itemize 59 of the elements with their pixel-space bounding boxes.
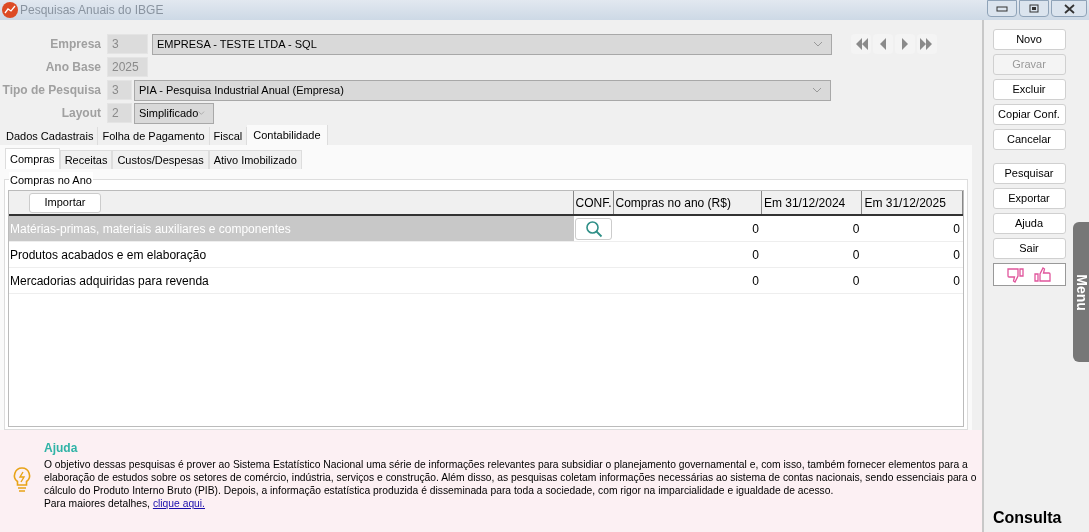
action-button[interactable]: Exportar	[992, 188, 1066, 209]
thumbs-down-icon[interactable]	[1007, 266, 1025, 283]
field-label: Empresa	[49, 36, 102, 53]
window-title: Pesquisas Anuais do IBGE	[20, 2, 164, 19]
last-record-button[interactable]	[917, 34, 937, 54]
table-cell[interactable]: Produtos acabados e em elaboração	[9, 242, 574, 267]
action-button[interactable]: Cancelar	[992, 129, 1066, 150]
table-cell-text: 0	[751, 272, 760, 290]
tab[interactable]: Ativo Imobilizado	[208, 150, 302, 169]
table-cell-text: 0	[851, 220, 861, 238]
group-title: Compras no Ano	[9, 172, 93, 189]
select-field[interactable]: PIA - Pesquisa Industrial Anual (Empresa)	[134, 79, 831, 101]
right-arrow-icon	[919, 36, 935, 52]
table-cell-text: 0	[952, 246, 961, 264]
tab[interactable]: Contabilidade	[247, 125, 328, 145]
help-text: O objetivo dessas pesquisas é prover ao Sistema Estatístico Nacional uma série de informações relevantes para subsidiar o planejamento governamental e, com isso, também fornecer elementos para a elaboração de estudos sobre os setores de comércio, indústria, serviços e construção. Além disso, as pesquisas coletam informações necessárias ao sistema de contas nacionais, sendo essenciais para o cálculo do Produto Interno Bruto (PIB). Depois, a informação estatística produzida é disseminada para toda a sociedade, com rigor na imparcialidade e igualdade de acesso.	[44, 458, 978, 497]
action-button[interactable]: Sair	[992, 238, 1066, 259]
thumbs-up-icon[interactable]	[1033, 266, 1051, 283]
maximize-icon	[1029, 4, 1039, 13]
column-header: Compras no ano (R$)	[613, 191, 762, 214]
close-button[interactable]	[1051, 0, 1087, 17]
tab[interactable]: Receitas	[59, 150, 113, 169]
column-header: Em 31/12/2025	[862, 191, 963, 214]
mode-label: Consulta	[992, 508, 1062, 528]
table-cell-text: 0	[952, 220, 961, 238]
action-button[interactable]: Excluir	[992, 79, 1066, 100]
tab[interactable]: Custos/Despesas	[112, 150, 209, 169]
action-button[interactable]: Ajuda	[992, 213, 1066, 234]
action-button[interactable]: Pesquisar	[992, 163, 1066, 184]
select-field[interactable]: Simplificado	[134, 102, 214, 124]
table-cell-text: 0	[851, 246, 861, 264]
select-field[interactable]: EMPRESA - TESTE LTDA - SQL	[152, 33, 832, 55]
search-icon	[584, 219, 603, 238]
column-header: CONF.	[573, 191, 614, 214]
help-title: Ajuda	[44, 442, 79, 455]
field-label: Tipo de Pesquisa	[1, 82, 102, 99]
prev-record-button[interactable]	[873, 34, 893, 54]
action-button[interactable]: Novo	[992, 29, 1066, 50]
field-label: Ano Base	[44, 59, 102, 76]
field-label: Layout	[60, 105, 102, 122]
menu-tab[interactable]: Menu	[1073, 222, 1089, 362]
search-button[interactable]	[575, 217, 612, 240]
close-icon	[1063, 3, 1075, 14]
table-cell-text: 0	[851, 272, 861, 290]
help-text: Para maiores detalhes,	[44, 497, 150, 510]
table-cell[interactable]: Mercadorias adquiridas para revenda	[9, 268, 574, 293]
import-button[interactable]: Importar	[29, 192, 101, 213]
help-link[interactable]: clique aqui.	[152, 497, 205, 510]
first-record-button[interactable]	[851, 34, 871, 54]
table-cell-text: 0	[751, 220, 760, 238]
table-cell-text: 0	[751, 246, 760, 264]
minimize-icon	[996, 5, 1008, 12]
lightbulb-icon	[12, 466, 32, 494]
column-header: Em 31/12/2024	[761, 191, 863, 214]
maximize-button[interactable]	[1019, 0, 1049, 17]
next-record-button[interactable]	[895, 34, 915, 54]
tab[interactable]: Compras	[5, 148, 60, 169]
action-button[interactable]: Copiar Conf.	[992, 104, 1066, 125]
table-cell-text: 0	[952, 272, 961, 290]
